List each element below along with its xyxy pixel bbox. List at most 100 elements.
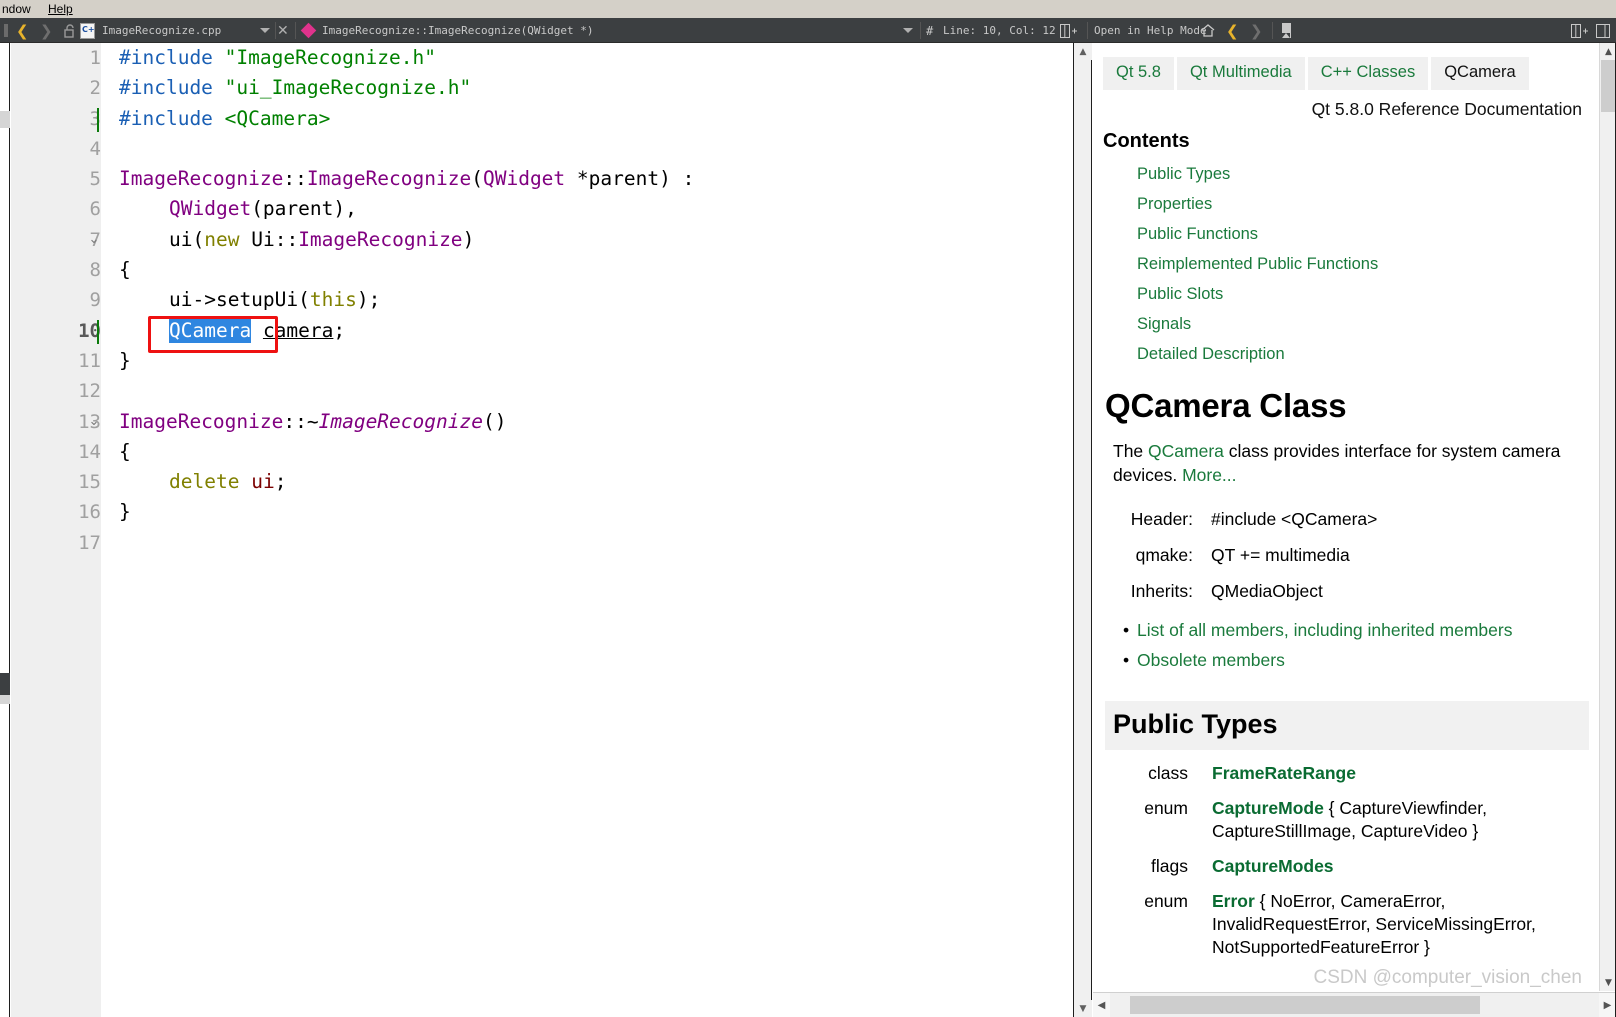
class-intro-paragraph: The QCamera class provides interface for… [1093, 431, 1599, 487]
code-line-3: #include <QCamera> [119, 104, 330, 134]
split-right-icon[interactable] [1571, 18, 1588, 43]
bookmark-icon[interactable] [1282, 18, 1291, 43]
scroll-right-arrow-icon[interactable]: ▶ [1599, 993, 1616, 1017]
current-symbol[interactable]: ImageRecognize::ImageRecognize(QWidget *… [322, 18, 594, 43]
nav-back-button[interactable]: ❮ [16, 18, 29, 43]
fold-marker[interactable]: ⌄ [87, 407, 101, 437]
hscrollbar-track[interactable] [1110, 993, 1599, 1017]
more-link[interactable]: More... [1182, 465, 1236, 485]
line-col-label: Line: 10, Col: 12 [943, 24, 1056, 37]
code-token-brace: } [119, 348, 131, 372]
menu-item-window[interactable]: ndow [2, 2, 31, 16]
close-file-icon[interactable]: ✕ [277, 18, 289, 43]
close-panel-icon[interactable] [1596, 18, 1610, 43]
open-file-name-label: ImageRecognize.cpp [102, 24, 222, 37]
line-number: 12 [78, 380, 101, 403]
help-back-icon[interactable]: ❮ [1226, 18, 1239, 43]
code-token-include: #include [119, 46, 213, 69]
type-enum-values: { NoError, CameraError, InvalidRequestEr… [1212, 891, 1536, 957]
scroll-down-arrow-icon[interactable]: ▼ [1600, 974, 1616, 991]
toc-item-reimplemented[interactable]: Reimplemented Public Functions [1137, 249, 1599, 279]
code-editor[interactable]: 1 2 3 4 5 6 7 ⌄ 8 9 10 11 12 13 ⌄ 14 15 16… [11, 43, 1073, 1017]
nav-forward-button[interactable]: ❯ [40, 18, 53, 43]
code-token-brace: { [119, 258, 131, 282]
scroll-up-arrow-icon[interactable]: ▲ [1074, 43, 1092, 60]
contents-heading: Contents [1103, 130, 1190, 152]
meta-value-inherits-link[interactable]: QMediaObject [1193, 573, 1323, 609]
breadcrumb-qcamera[interactable]: QCamera [1431, 57, 1529, 90]
intro-link-qcamera[interactable]: QCamera [1148, 441, 1224, 461]
table-row: flags CaptureModes [1093, 855, 1599, 878]
intro-text-pre: The [1113, 441, 1149, 461]
left-edge-strip [0, 43, 10, 1017]
file-dropdown-chevron-down-icon[interactable] [260, 18, 270, 43]
type-name-link[interactable]: FrameRateRange [1212, 763, 1356, 783]
help-vertical-scrollbar[interactable]: ▲ ▼ [1599, 43, 1616, 991]
code-token-brace: { [119, 439, 131, 463]
line-number: 4 [89, 137, 101, 160]
help-forward-icon[interactable]: ❯ [1250, 18, 1263, 43]
class-metadata: Header: #include <QCamera> qmake: QT += … [1093, 487, 1599, 609]
link-all-members[interactable]: List of all members, including inherited… [1123, 615, 1599, 645]
code-token-include: #include [119, 106, 213, 130]
code-token-brace: } [119, 500, 131, 524]
hscrollbar-thumb[interactable] [1130, 996, 1480, 1014]
help-panel: ▲ ▼ Qt 5.8 Qt Multimedia C++ Classes QCa… [1073, 43, 1616, 1017]
toc-item-public-slots[interactable]: Public Slots [1137, 279, 1599, 309]
fold-marker[interactable]: ⌄ [87, 225, 101, 255]
toc-item-detailed-desc[interactable]: Detailed Description [1137, 339, 1599, 369]
breadcrumb-qt58[interactable]: Qt 5.8 [1103, 57, 1174, 90]
code-token-scope: :: [283, 167, 307, 191]
scroll-left-arrow-icon[interactable]: ◀ [1093, 993, 1110, 1017]
scrollbar-thumb[interactable] [1601, 60, 1616, 112]
member-links: List of all members, including inherited… [1093, 609, 1599, 675]
line-number: 1 [89, 47, 101, 69]
menu-item-help[interactable]: Help [48, 2, 73, 16]
open-file-name[interactable]: ImageRecognize.cpp [102, 18, 221, 43]
code-token-scope: :: [274, 227, 299, 251]
link-obsolete-members[interactable]: Obsolete members [1123, 645, 1599, 675]
type-definition: FrameRateRange [1188, 762, 1599, 785]
unlocked-padlock-icon[interactable] [64, 18, 77, 43]
type-name-link[interactable]: Error [1212, 891, 1255, 911]
code-token-class: ImageRecognize [119, 409, 284, 433]
table-row: enum Error { NoError, CameraError, Inval… [1093, 890, 1599, 959]
line-col-indicator[interactable]: Line: 10, Col: 12 [943, 18, 1056, 43]
type-definition: CaptureMode { CaptureViewfinder, Capture… [1188, 797, 1599, 843]
public-types-table: class FrameRateRange enum CaptureMode { … [1093, 750, 1599, 959]
text-cursor [97, 319, 99, 344]
home-icon[interactable] [1200, 18, 1216, 43]
breadcrumb-cpp-classes[interactable]: C++ Classes [1307, 57, 1429, 90]
type-name-link[interactable]: CaptureMode [1212, 798, 1324, 818]
code-token-dtor: ImageRecognize [318, 409, 483, 433]
split-editor-icon[interactable] [1060, 18, 1077, 43]
hash-icon: # [926, 23, 934, 38]
toc-item-public-types[interactable]: Public Types [1137, 159, 1599, 189]
meta-value-header: #include <QCamera> [1211, 509, 1378, 529]
scroll-down-arrow-icon[interactable]: ▼ [1074, 1000, 1092, 1017]
toc-item-public-functions[interactable]: Public Functions [1137, 219, 1599, 249]
line-number-current: 10 [78, 319, 101, 342]
line-number-gutter: 1 2 3 4 5 6 7 ⌄ 8 9 10 11 12 13 ⌄ 14 15 16… [11, 43, 101, 1017]
help-outer-scroll-column[interactable]: ▲ ▼ [1074, 43, 1092, 1017]
symbol-dropdown-chevron-down-icon[interactable] [903, 18, 913, 43]
toc-item-properties[interactable]: Properties [1137, 189, 1599, 219]
method-diamond-icon [300, 18, 317, 43]
help-horizontal-scrollbar[interactable]: ◀ ▶ [1093, 992, 1616, 1017]
code-line-7: ui(new Ui::ImageRecognize) [169, 225, 474, 255]
code-text-area[interactable]: #include "ImageRecognize.h" #include "ui… [101, 43, 1073, 1017]
type-kind: enum [1144, 891, 1188, 911]
code-line-15: delete ui; [169, 467, 286, 497]
code-token-semicolon: ; [333, 318, 346, 342]
breadcrumb-multimedia[interactable]: Qt Multimedia [1176, 57, 1305, 90]
line-number: 6 [89, 198, 101, 221]
open-in-help-mode-button[interactable]: Open in Help Mode [1094, 18, 1207, 43]
line-number: 11 [78, 349, 101, 372]
toc-item-signals[interactable]: Signals [1137, 309, 1599, 339]
meta-row-inherits: Inherits: QMediaObject [1093, 573, 1599, 609]
type-name-link[interactable]: CaptureModes [1212, 856, 1334, 876]
code-line-9: ui->setupUi(this); [169, 285, 380, 315]
type-kind: enum [1144, 798, 1188, 818]
scroll-up-arrow-icon[interactable]: ▲ [1600, 43, 1616, 60]
